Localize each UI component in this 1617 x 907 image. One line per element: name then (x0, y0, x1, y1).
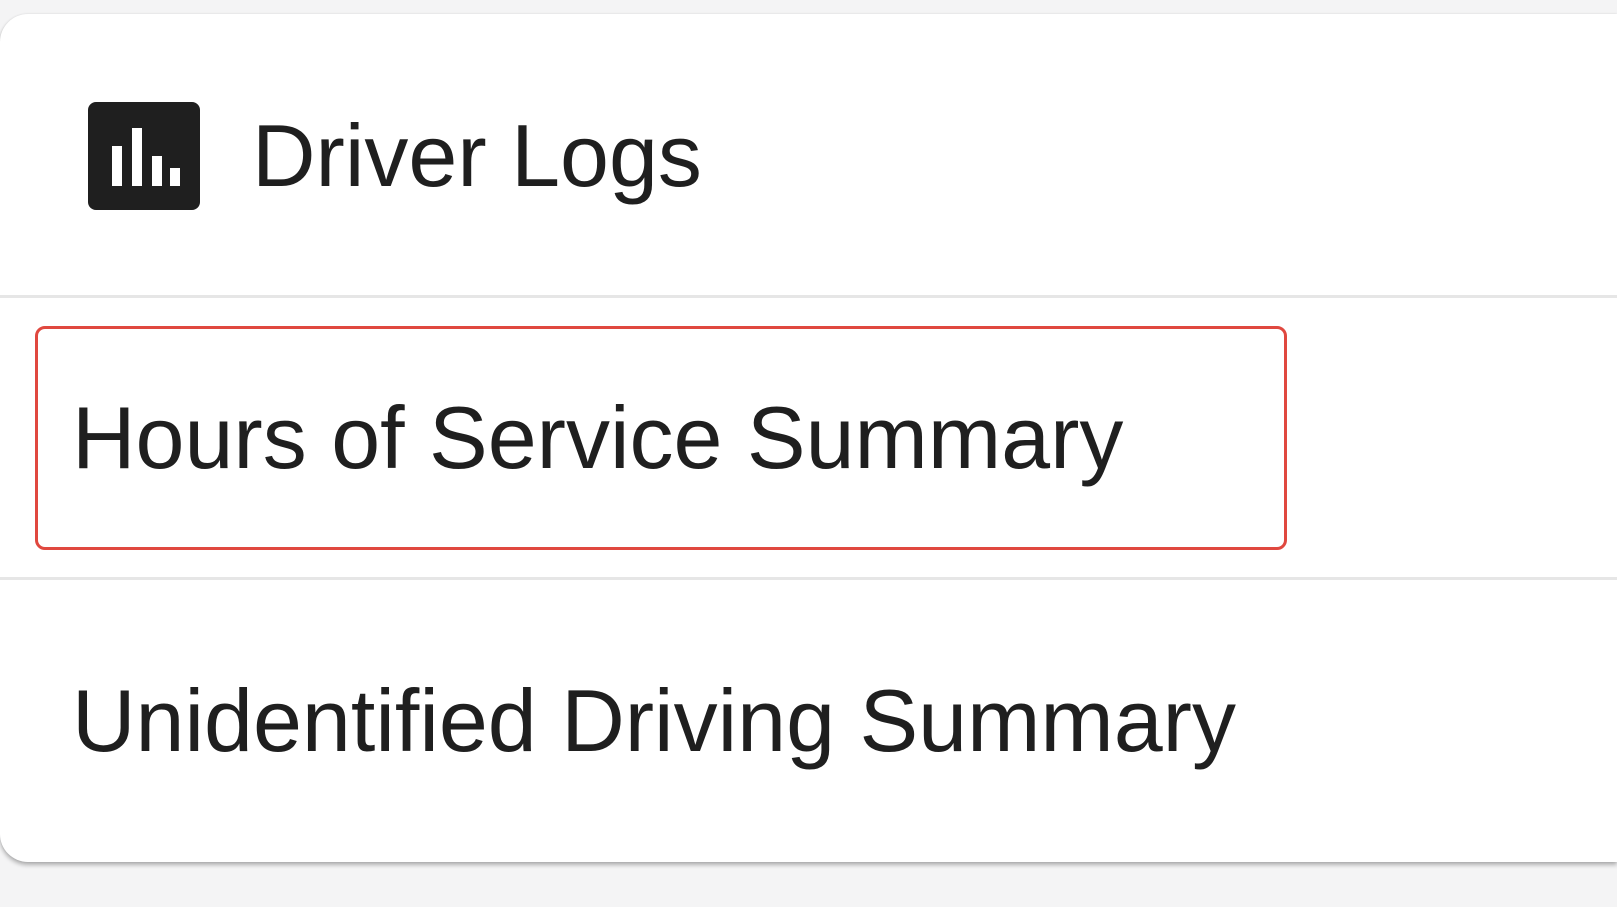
menu-item-unidentified-driving-summary[interactable]: Unidentified Driving Summary (0, 583, 1617, 862)
driver-logs-card: Driver Logs Hours of Service Summary Uni… (0, 14, 1617, 862)
menu-item-label[interactable]: Hours of Service Summary (72, 386, 1123, 490)
card-title: Driver Logs (252, 106, 702, 205)
card-header: Driver Logs (0, 14, 1617, 298)
menu-item-label[interactable]: Unidentified Driving Summary (72, 669, 1236, 773)
menu-item-hours-of-service-summary[interactable]: Hours of Service Summary (0, 300, 1617, 580)
bar-chart-icon (88, 102, 200, 210)
